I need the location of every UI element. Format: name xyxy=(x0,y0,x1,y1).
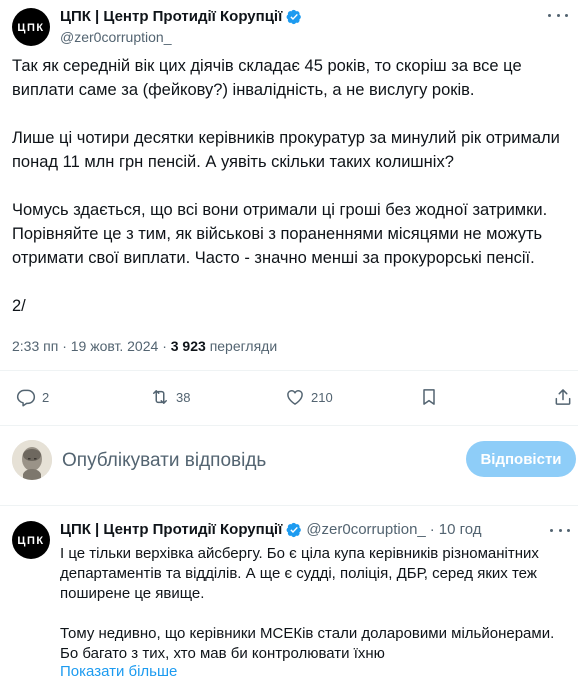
repost-count: 38 xyxy=(176,389,191,405)
reply-button[interactable]: Відповісти xyxy=(466,441,576,477)
svg-text:ЦПК: ЦПК xyxy=(17,22,44,34)
user-avatar[interactable] xyxy=(12,440,52,480)
tweet-date[interactable]: 19 жовт. 2024 xyxy=(71,338,159,354)
author-display-name[interactable]: ЦПК | Центр Протидії Корупції xyxy=(60,8,282,25)
more-icon[interactable] xyxy=(550,526,570,534)
reply-input[interactable]: Опублікувати відповідь xyxy=(62,450,266,472)
reply-icon xyxy=(16,389,36,407)
tweet-paragraph: Чомусь здається, що всі вони отримали ці… xyxy=(12,201,548,267)
tweet-text: Так як середній вік цих діячів складає 4… xyxy=(12,54,568,318)
reply-count: 2 xyxy=(42,389,50,405)
avatar-logo-icon: ЦПК xyxy=(17,535,44,547)
views-count[interactable]: 3 923 xyxy=(171,338,206,354)
divider xyxy=(0,370,578,371)
author-name-row: ЦПК | Центр Протидії Корупції xyxy=(60,8,302,25)
reply-author-avatar[interactable]: ЦПК xyxy=(12,521,50,559)
reply-action[interactable]: 2 xyxy=(16,387,49,407)
bookmark-icon xyxy=(423,389,435,405)
show-more-link[interactable]: Показати більше xyxy=(60,663,177,680)
bookmark-action[interactable] xyxy=(419,387,439,407)
tweet-header: ЦПК ЦПК | Центр Протидії Корупції @zer0c… xyxy=(12,6,568,46)
divider xyxy=(0,505,578,506)
repost-action[interactable]: 38 xyxy=(150,387,190,407)
svg-text:ЦПК: ЦПК xyxy=(17,535,44,547)
reply-time[interactable]: 10 год xyxy=(439,521,482,538)
tweet-paragraph: 2/ xyxy=(12,297,26,315)
tweet-paragraph: Лише ці чотири десятки керівників прокур… xyxy=(12,129,560,171)
author-avatar[interactable]: ЦПК xyxy=(12,8,50,46)
tweet-actions: 2 38 210 xyxy=(0,383,578,415)
meta-separator: · xyxy=(162,338,167,354)
like-count: 210 xyxy=(311,389,333,405)
reply-paragraph: І це тільки верхівка айсбергу. Бо є ціла… xyxy=(60,545,539,602)
divider xyxy=(0,425,578,426)
tweet-meta: 2:33 пп · 19 жовт. 2024 · 3 923 перегляд… xyxy=(12,338,277,354)
repost-icon xyxy=(153,390,167,404)
share-action[interactable] xyxy=(553,387,573,407)
views-label: перегляди xyxy=(209,338,278,354)
meta-separator: · xyxy=(62,338,67,354)
verified-badge-icon xyxy=(286,522,302,537)
share-icon xyxy=(555,389,571,405)
user-avatar-icon xyxy=(12,440,52,480)
verified-badge-icon xyxy=(286,9,302,24)
like-icon xyxy=(287,390,303,405)
more-icon[interactable] xyxy=(548,8,568,22)
reply-tweet[interactable]: ЦПК ЦПК | Центр Протидії Корупції @zer0c… xyxy=(0,513,578,690)
reply-paragraph: Тому недивно, що керівники МСЕКів стали … xyxy=(60,625,555,662)
reply-author-handle[interactable]: @zer0corruption_ xyxy=(306,521,425,538)
author-handle[interactable]: @zer0corruption_ xyxy=(60,29,172,45)
reply-author-name[interactable]: ЦПК | Центр Протидії Корупції xyxy=(60,521,282,538)
tweet-time[interactable]: 2:33 пп xyxy=(12,338,58,354)
reply-header: ЦПК | Центр Протидії Корупції @zer0corru… xyxy=(60,521,482,538)
avatar-logo-icon: ЦПК xyxy=(17,22,44,34)
tweet-paragraph: Так як середній вік цих діячів складає 4… xyxy=(12,57,522,99)
like-action[interactable]: 210 xyxy=(285,387,333,407)
reply-text: І це тільки верхівка айсбергу. Бо є ціла… xyxy=(60,544,572,664)
reply-separator: · xyxy=(429,521,435,538)
